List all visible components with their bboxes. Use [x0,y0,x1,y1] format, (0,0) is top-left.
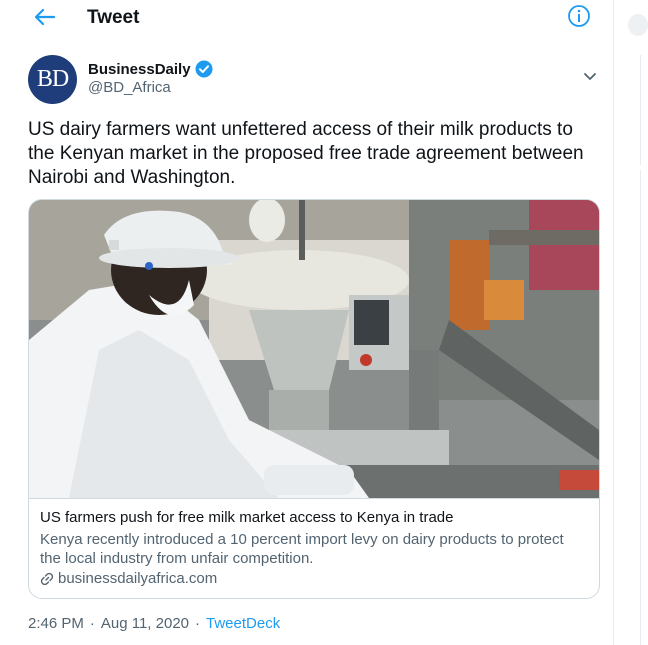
card-domain-text: businessdailyafrica.com [58,570,218,587]
avatar[interactable]: BD [28,55,77,104]
card-image[interactable] [29,200,599,498]
card-domain: businessdailyafrica.com [40,570,217,587]
sidebar-search-edge[interactable] [628,14,648,36]
chevron-down-icon[interactable] [580,66,600,86]
tweet-source-link[interactable]: TweetDeck [206,615,280,632]
avatar-text: BD [36,66,69,92]
author-handle[interactable]: @BD_Africa [88,79,171,96]
top-bar: Tweet [0,0,612,36]
tweet-time[interactable]: 2:46 PM [28,615,84,632]
info-icon[interactable] [566,3,592,29]
verified-badge-icon [195,60,213,78]
link-card[interactable]: US farmers push for free milk market acc… [28,199,600,599]
tweet-text: US dairy farmers want unfettered access … [28,119,584,188]
tweet-date[interactable]: Aug 11, 2020 [101,615,189,632]
meta-separator: · [89,615,95,632]
author-name-label: BusinessDaily [88,60,191,78]
sidebar-panel-edge [640,170,641,645]
card-body[interactable]: US farmers push for free milk market acc… [29,498,599,598]
author-name[interactable]: BusinessDaily [88,60,213,78]
column-divider [613,0,614,645]
tweet-meta: 2:46 PM · Aug 11, 2020 · TweetDeck [28,615,280,632]
card-description: Kenya recently introduced a 10 percent i… [40,531,564,567]
link-icon [40,572,54,585]
factory-worker-photo [29,200,599,498]
card-title: US farmers push for free milk market acc… [40,509,454,526]
arrow-left-icon[interactable] [30,4,58,30]
meta-separator: · [195,615,201,632]
sidebar-panel-edge [640,55,641,165]
page-title: Tweet [87,7,140,28]
